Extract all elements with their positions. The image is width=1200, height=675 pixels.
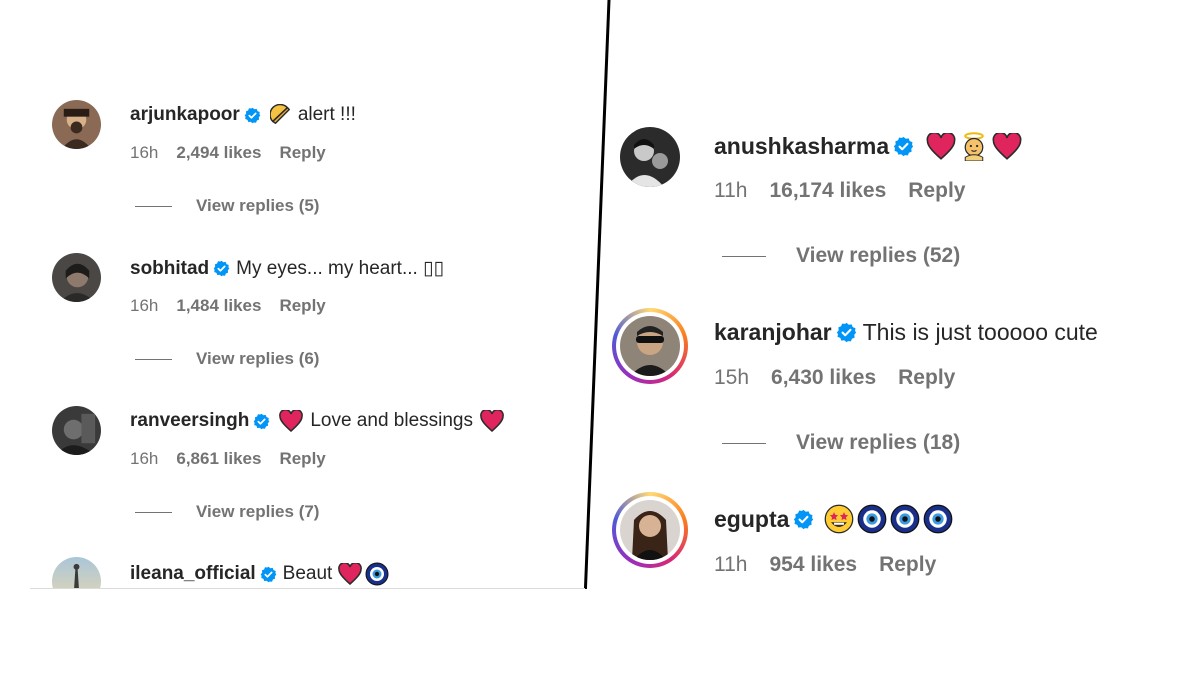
reply-button[interactable]: Reply <box>279 143 325 163</box>
verified-badge-icon <box>253 413 270 430</box>
view-replies-button[interactable]: View replies (18) <box>722 431 960 455</box>
view-replies-line <box>135 205 172 207</box>
comment-time: 11h <box>714 553 748 576</box>
comment-text: Love and blessings <box>310 410 473 431</box>
view-replies-button[interactable]: View replies (7) <box>135 502 319 522</box>
reply-button[interactable]: Reply <box>879 553 936 577</box>
reply-button[interactable]: Reply <box>279 449 325 469</box>
view-replies-line <box>135 511 172 513</box>
red-heart-icon <box>926 132 956 160</box>
comment-time: 16h <box>130 296 159 315</box>
comment-likes[interactable]: 6,430 likes <box>771 366 876 390</box>
comment-text: alert !!! <box>297 104 356 125</box>
avatar[interactable] <box>620 127 680 187</box>
view-replies-label: View replies (5) <box>196 196 320 215</box>
view-replies-label: View replies (18) <box>796 431 961 454</box>
comment-time: 11h <box>714 179 748 202</box>
red-heart-icon <box>338 563 363 585</box>
star-struck-icon <box>824 504 854 534</box>
comment-username[interactable]: ileana_official <box>130 563 256 585</box>
comment-username[interactable]: karanjohar <box>714 319 832 346</box>
nazar-amulet-icon <box>365 562 389 586</box>
right-comments-panel: anushkasharma 11h 16,174 likes Reply Vie… <box>600 0 1200 675</box>
comment-time: 15h <box>714 366 750 389</box>
red-heart-icon <box>480 410 504 432</box>
red-heart-icon <box>279 410 304 432</box>
view-replies-label: View replies (52) <box>796 244 961 267</box>
reply-button[interactable]: Reply <box>279 296 325 316</box>
comment-username[interactable]: ranveersingh <box>130 410 249 432</box>
nazar-amulet-icon <box>857 504 887 534</box>
verified-badge-icon <box>244 107 261 124</box>
comment-likes[interactable]: 2,494 likes <box>176 143 261 163</box>
avatar[interactable] <box>52 100 101 149</box>
comment-likes[interactable]: 1,484 likes <box>176 296 261 316</box>
nazar-amulet-icon <box>890 504 920 534</box>
view-replies-label: View replies (7) <box>196 502 320 521</box>
view-replies-line <box>722 255 766 257</box>
comment-text: My eyes... my heart... ▯▯ <box>236 258 444 279</box>
comment-text: Beaut <box>282 563 333 584</box>
avatar[interactable] <box>52 253 101 302</box>
taco-icon <box>269 104 292 126</box>
reply-button[interactable]: Reply <box>898 366 955 390</box>
view-replies-button[interactable]: View replies (6) <box>135 349 319 369</box>
comment-username[interactable]: egupta <box>714 506 789 533</box>
view-replies-line <box>722 442 766 444</box>
view-replies-button[interactable]: View replies (52) <box>722 244 960 268</box>
comment-time: 16h <box>130 449 159 468</box>
red-heart-icon <box>992 132 1022 160</box>
view-replies-line <box>135 358 172 360</box>
comment-username[interactable]: arjunkapoor <box>130 104 240 126</box>
verified-badge-icon <box>260 566 277 583</box>
verified-badge-icon <box>793 509 814 530</box>
bottom-rule <box>30 588 585 589</box>
baby-angel-icon <box>959 131 989 161</box>
avatar[interactable] <box>52 406 101 455</box>
comment-time: 16h <box>130 143 159 162</box>
crop-cover <box>0 589 590 675</box>
view-replies-button[interactable]: View replies (5) <box>135 196 319 216</box>
comment-likes[interactable]: 16,174 likes <box>769 179 886 203</box>
avatar[interactable] <box>620 316 680 376</box>
comment-username[interactable]: anushkasharma <box>714 133 889 160</box>
verified-badge-icon <box>213 260 230 277</box>
verified-badge-icon <box>836 322 857 343</box>
comment-likes[interactable]: 6,861 likes <box>176 449 261 469</box>
reply-button[interactable]: Reply <box>908 179 965 203</box>
left-comments-panel: arjunkapoor alert !!! 16h 2,494 likes Re… <box>0 0 590 675</box>
avatar[interactable] <box>620 500 680 560</box>
comment-username[interactable]: sobhitad <box>130 258 209 280</box>
comment-text: This is just tooooo cute <box>862 319 1098 345</box>
verified-badge-icon <box>893 136 914 157</box>
nazar-amulet-icon <box>923 504 953 534</box>
view-replies-label: View replies (6) <box>196 349 320 368</box>
comment-likes[interactable]: 954 likes <box>769 553 857 577</box>
